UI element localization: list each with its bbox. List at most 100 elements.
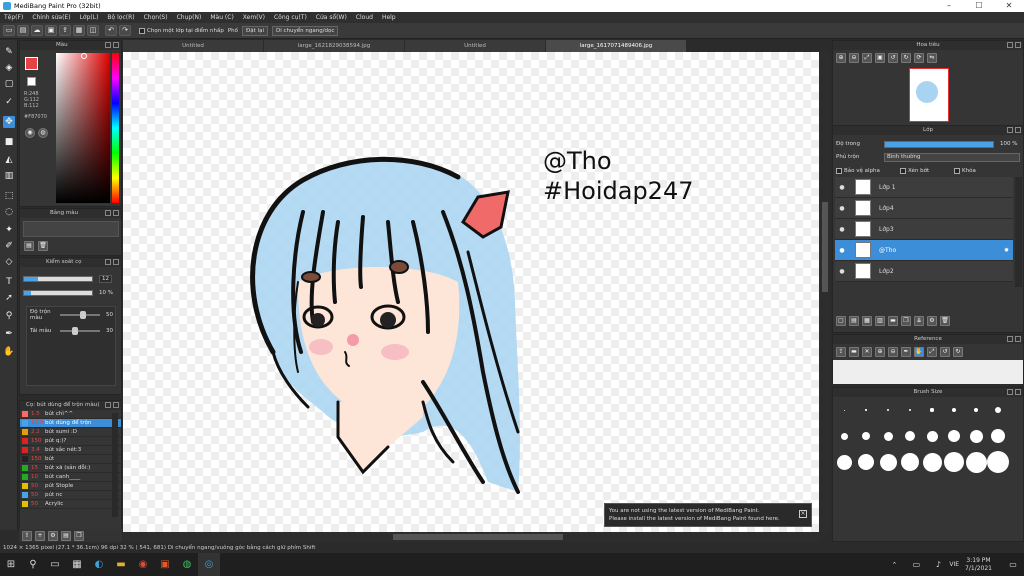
volume-icon[interactable]: ♪ <box>927 553 949 576</box>
color-wheel-icon[interactable]: ◍ <box>38 128 48 138</box>
reuse-slider-handle[interactable] <box>72 327 78 335</box>
menu-edit[interactable]: Chỉnh sửa(E) <box>32 14 70 21</box>
panel-close-icon[interactable] <box>1015 336 1021 342</box>
navigator-thumbnail[interactable] <box>909 68 949 122</box>
canvas-vertical-scrollbar[interactable] <box>820 52 830 532</box>
clock[interactable]: 3:19 PM 7/1/2021 <box>965 557 992 573</box>
brush-size-dot[interactable] <box>948 430 960 442</box>
brush-size-dot[interactable] <box>952 408 956 412</box>
store-icon[interactable]: ▦ <box>66 553 88 576</box>
rotate-right-icon[interactable]: ↻ <box>901 53 911 63</box>
snap-checkbox[interactable] <box>139 27 145 34</box>
eraser-icon[interactable]: ◈ <box>3 62 15 74</box>
menu-cloud[interactable]: Cloud <box>356 14 373 21</box>
protect-alpha-checkbox[interactable] <box>836 168 842 174</box>
chrome-icon[interactable]: ◉ <box>132 553 154 576</box>
select-eraser-icon[interactable]: ◇ <box>3 256 15 268</box>
move-icon[interactable]: ✥ <box>3 116 15 128</box>
panel-float-icon[interactable] <box>105 42 111 48</box>
actual-size-icon[interactable]: ▣ <box>875 53 885 63</box>
canvas-horizontal-scrollbar[interactable] <box>123 532 820 542</box>
brush-copy-icon[interactable]: ❐ <box>74 530 84 541</box>
minimize-button[interactable]: – <box>934 0 964 12</box>
brush-size-dot[interactable] <box>987 451 1009 473</box>
panel-close-icon[interactable] <box>1015 389 1021 395</box>
secondary-color-swatch[interactable] <box>27 77 36 86</box>
brush-item[interactable]: 15 bút xã (sản đỗi:) <box>20 464 121 473</box>
brush-size-dot[interactable] <box>836 454 852 470</box>
brush-folder-icon[interactable]: ▤ <box>61 530 71 541</box>
panel-close-icon[interactable] <box>113 42 119 48</box>
brush-size-dot[interactable] <box>995 407 1001 413</box>
layer-blend-select[interactable]: Bình thường <box>884 152 1020 162</box>
brush-item[interactable]: 150 pút q:)? <box>20 437 121 446</box>
maximize-button[interactable]: ☐ <box>964 0 994 12</box>
explorer-icon[interactable]: ▬ <box>110 553 132 576</box>
layer-folder-icon[interactable]: ▬ <box>888 316 898 326</box>
select-pen-icon[interactable]: ✐ <box>3 240 15 252</box>
ref-eyedropper-icon[interactable]: ✒ <box>901 347 911 357</box>
flip-icon[interactable]: ⇋ <box>927 53 937 63</box>
brush-item[interactable]: 10 bút canh____ <box>20 473 121 482</box>
palette-icon[interactable]: ◉ <box>25 128 35 138</box>
ref-hand-icon[interactable]: ✋ <box>914 347 924 357</box>
new-raster-layer-icon[interactable]: ▤ <box>849 316 859 326</box>
menu-file[interactable]: Tệp(F) <box>4 14 23 21</box>
close-button[interactable]: ✕ <box>994 0 1024 12</box>
layer-settings-icon[interactable]: ⚙ <box>927 316 937 326</box>
layer-row[interactable]: ● Lớp4 <box>835 198 1013 219</box>
tray-up-icon[interactable]: ⌃ <box>883 553 905 576</box>
medibang-icon[interactable]: ◎ <box>198 553 220 576</box>
redo-icon[interactable]: ↷ <box>119 25 131 36</box>
ref-upload-icon[interactable]: ⇪ <box>836 347 846 357</box>
move-direction-button[interactable]: Di chuyển ngang/dọc <box>271 25 339 36</box>
blend-slider-handle[interactable] <box>80 311 86 319</box>
menu-tools[interactable]: Công cụ(T) <box>274 14 307 21</box>
vertical-scroll-thumb[interactable] <box>822 202 828 292</box>
select-rect-icon[interactable]: ▢ <box>3 78 15 90</box>
layer-icon[interactable]: ◫ <box>87 25 99 36</box>
menu-window[interactable]: Cửa sổ(W) <box>316 14 347 21</box>
task-view-icon[interactable]: ▭ <box>44 553 66 576</box>
reset-button[interactable]: Đặt lại <box>242 25 268 36</box>
brush-size-dot[interactable] <box>965 451 987 473</box>
layer-visibility-icon[interactable]: ● <box>837 268 847 275</box>
brush-size-dot[interactable] <box>858 454 874 470</box>
start-icon[interactable]: ⊞ <box>0 553 22 576</box>
new-mono-layer-icon[interactable]: ▥ <box>875 316 885 326</box>
zoom-out-icon[interactable]: ⊖ <box>849 53 859 63</box>
panel-close-icon[interactable] <box>113 402 119 408</box>
delete-layer-icon[interactable]: 🗑 <box>940 316 950 326</box>
hand-icon[interactable]: ✋ <box>3 346 15 358</box>
menu-view[interactable]: Xem(V) <box>243 14 265 21</box>
drawing-canvas[interactable]: @Tho #Hoidap247 <box>123 52 819 532</box>
saturation-value-picker[interactable] <box>56 53 110 203</box>
brush-size-dot[interactable] <box>926 430 938 442</box>
app-green-icon[interactable]: ◍ <box>176 553 198 576</box>
tab-untitled-2[interactable]: Untitled <box>405 40 545 52</box>
brush-size-dot[interactable] <box>973 407 979 413</box>
clip-checkbox[interactable] <box>900 168 906 174</box>
cloud-icon[interactable]: ☁ <box>31 25 43 36</box>
layer-row[interactable]: ● Lớp3 <box>835 219 1013 240</box>
wand-icon[interactable]: ✦ <box>3 224 15 236</box>
brush-size-dot[interactable] <box>862 432 870 440</box>
brush-size-dot[interactable] <box>887 409 889 411</box>
brush-size-slider[interactable] <box>23 276 93 282</box>
tab-large-1617071489406[interactable]: large_1617071489406.jpg <box>546 40 686 52</box>
text-icon[interactable]: T <box>3 276 15 288</box>
panel-close-icon[interactable] <box>113 259 119 265</box>
panel-float-icon[interactable] <box>1007 336 1013 342</box>
ref-folder-icon[interactable]: ▬ <box>849 347 859 357</box>
menu-help[interactable]: Help <box>382 14 396 21</box>
brush-size-dot[interactable] <box>922 452 942 472</box>
layer-row[interactable]: ● Lớp2 <box>835 261 1013 282</box>
layer-visibility-icon[interactable]: ● <box>837 247 847 254</box>
edge-icon[interactable]: ◐ <box>88 553 110 576</box>
eyedropper-icon[interactable]: ⚲ <box>3 310 15 322</box>
new-file-icon[interactable]: ▭ <box>3 25 15 36</box>
layer-row[interactable]: ● Lớp 1 <box>835 177 1013 198</box>
notice-close-icon[interactable]: × <box>799 510 807 518</box>
layer-scrollbar[interactable] <box>1015 177 1022 287</box>
ref-zoom-in-icon[interactable]: ⊕ <box>875 347 885 357</box>
